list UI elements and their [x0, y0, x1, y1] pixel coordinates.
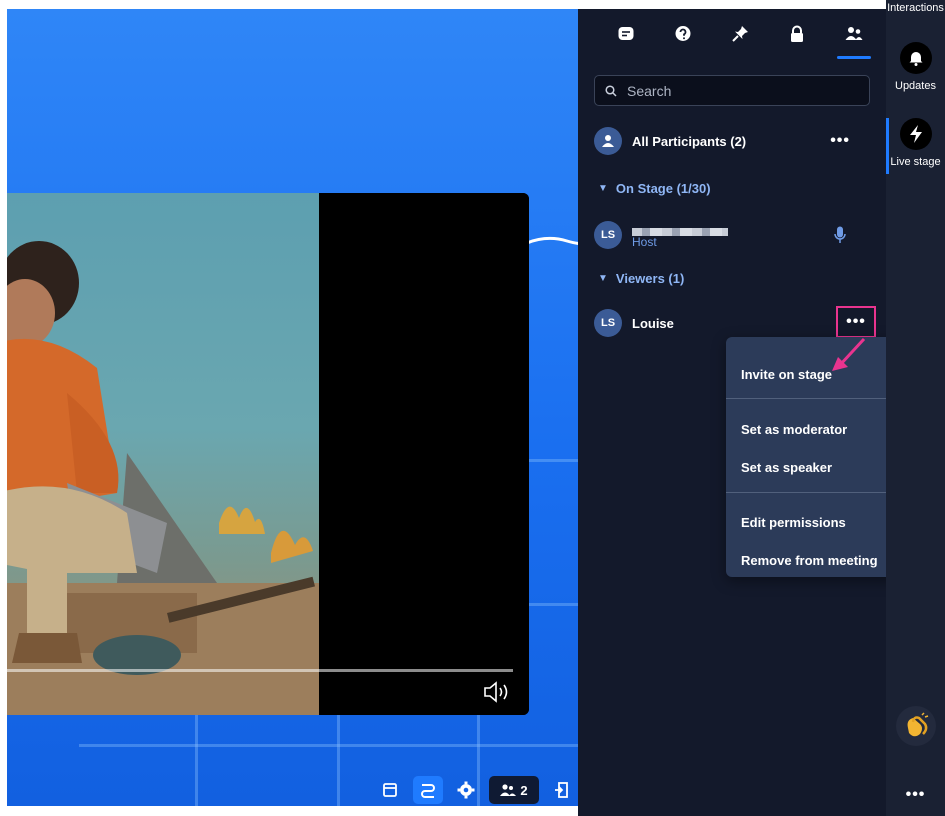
grid-line: [337, 715, 340, 806]
exit-door-icon: [555, 782, 568, 798]
person-icon: [602, 135, 614, 147]
tab-questions[interactable]: [653, 9, 713, 59]
all-participants-label: All Participants (2): [632, 133, 747, 149]
video-progress-bar[interactable]: [7, 669, 513, 672]
participant-name: Louise: [632, 315, 674, 331]
bell-icon: [909, 52, 922, 66]
clapping-hands-icon: [907, 712, 929, 737]
participant-search[interactable]: [594, 75, 870, 106]
tab-lock[interactable]: [767, 9, 827, 59]
microphone-button[interactable]: [834, 226, 846, 249]
question-icon: [675, 26, 691, 41]
chevron-down-icon: ▼: [598, 183, 608, 194]
group-avatar: [594, 127, 622, 155]
viewers-label: Viewers (1): [615, 271, 685, 286]
participants-icon: [500, 784, 517, 796]
layout-icon: [383, 783, 397, 797]
on-stage-section-toggle[interactable]: ▼ On Stage (1/30): [598, 181, 711, 196]
participants-count-button[interactable]: 2: [489, 776, 539, 804]
leave-button[interactable]: [547, 776, 577, 804]
grid-line: [195, 715, 198, 806]
participant-row-louise[interactable]: LS Louise: [594, 308, 870, 338]
video-player[interactable]: [7, 193, 529, 715]
all-participants-row: All Participants (2) •••: [594, 126, 870, 156]
backstage-button[interactable]: [413, 776, 443, 804]
layout-button[interactable]: [375, 776, 405, 804]
reactions-button[interactable]: [896, 706, 936, 746]
avatar: LS: [594, 309, 622, 337]
menu-item-edit-permissions[interactable]: Edit permissions: [741, 515, 846, 530]
rail-item-live-stage[interactable]: Live stage: [886, 118, 945, 168]
lightning-icon: [909, 125, 922, 143]
rail-label: Live stage: [890, 156, 941, 168]
search-input[interactable]: [627, 82, 857, 99]
avatar: LS: [594, 221, 622, 249]
pin-icon: [732, 26, 748, 42]
menu-item-invite-on-stage[interactable]: Invite on stage: [741, 367, 832, 382]
search-icon: [605, 84, 617, 97]
rail-label: Interactions: [887, 2, 944, 14]
rail-label: Updates: [895, 80, 936, 92]
participants-count: 2: [520, 782, 528, 798]
right-rail: Interactions Updates Live stage •••: [886, 0, 945, 816]
chevron-down-icon: ▼: [598, 273, 608, 284]
grid-line: [79, 744, 578, 747]
rail-item-interactions[interactable]: Interactions: [886, 2, 945, 14]
stage-toolbar: 2: [375, 775, 577, 805]
lock-icon: [791, 25, 803, 42]
louise-more-button[interactable]: •••: [836, 306, 876, 338]
volume-button[interactable]: [481, 679, 515, 705]
video-letterbox: [319, 193, 529, 715]
participants-panel: All Participants (2) ••• ▼ On Stage (1/3…: [578, 9, 945, 816]
rail-item-updates[interactable]: Updates: [886, 42, 945, 92]
host-role-label: Host: [632, 235, 657, 249]
microphone-icon: [834, 226, 846, 243]
chat-icon: [618, 27, 634, 40]
panel-tabs: [578, 9, 886, 61]
viewers-section-toggle[interactable]: ▼ Viewers (1): [598, 271, 684, 286]
settings-button[interactable]: [451, 776, 481, 804]
participants-icon: [845, 27, 863, 40]
menu-item-set-as-speaker[interactable]: Set as speaker: [741, 460, 832, 475]
volume-icon: [484, 681, 508, 703]
participant-row-host[interactable]: LS Host: [594, 220, 870, 250]
live-stage-area: 2: [7, 9, 578, 806]
all-participants-more-button[interactable]: •••: [830, 132, 850, 150]
menu-item-set-as-moderator[interactable]: Set as moderator: [741, 422, 847, 437]
tab-pinned[interactable]: [710, 9, 770, 59]
gear-icon: [457, 781, 475, 799]
rail-icon-wrap: [899, 42, 932, 74]
rail-more-button[interactable]: •••: [886, 786, 945, 804]
decorative-wave: [527, 236, 578, 245]
menu-item-remove-from-meeting[interactable]: Remove from meeting: [741, 553, 878, 568]
route-icon: [421, 784, 435, 798]
video-frame: [7, 193, 319, 715]
annotation-arrow: [832, 337, 866, 371]
on-stage-label: On Stage (1/30): [615, 181, 711, 196]
tab-chat[interactable]: [596, 9, 656, 59]
video-image: [7, 241, 319, 715]
rail-icon-wrap: [899, 118, 932, 150]
tab-participants[interactable]: [824, 9, 884, 59]
